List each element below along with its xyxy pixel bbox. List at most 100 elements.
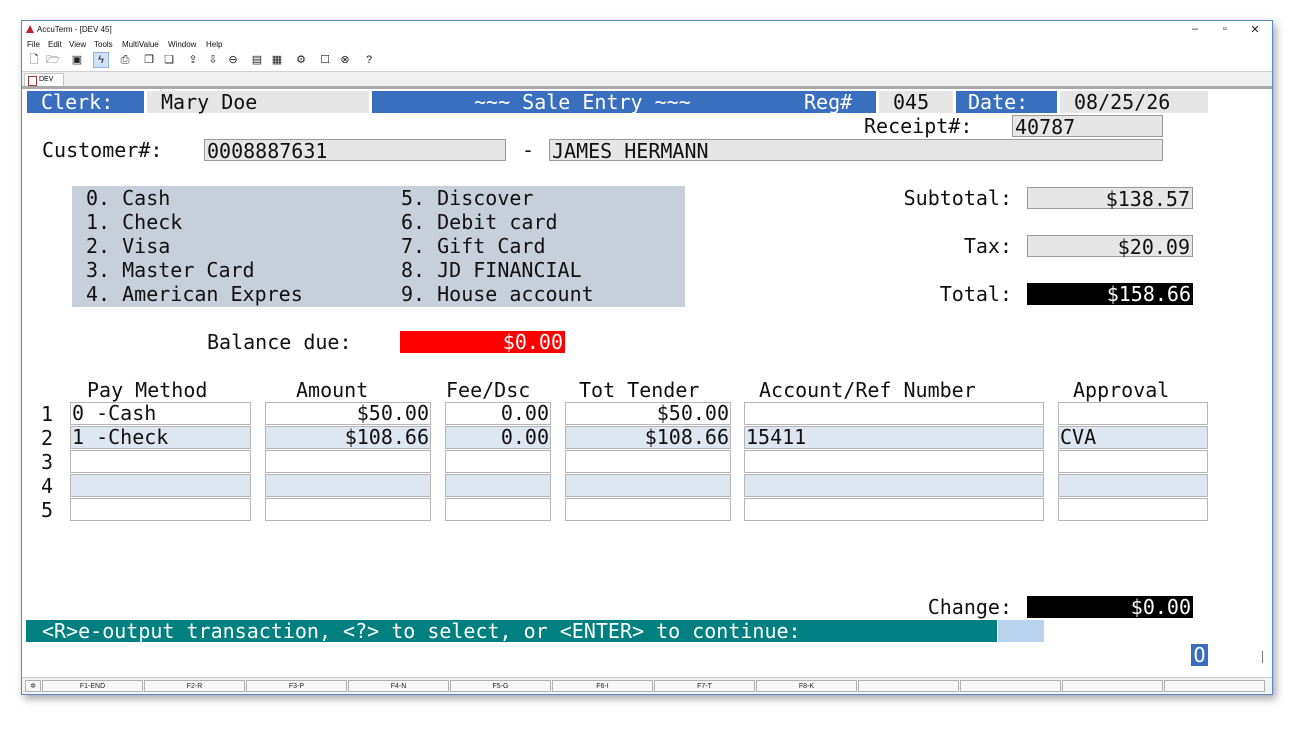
account-cell[interactable]: 15411 [744,426,1044,449]
account-cell[interactable] [744,474,1044,497]
fkey-f8[interactable]: F8-K [756,680,857,692]
menu-tools[interactable]: Tools [94,40,113,49]
pay-method-cell[interactable] [70,450,251,473]
pay-method-cell[interactable] [70,474,251,497]
approval-cell[interactable]: CVA [1058,426,1208,449]
amount-cell[interactable] [265,498,431,521]
screen-title: ~~~ Sale Entry ~~~ [474,90,691,114]
fkey-f1[interactable]: F1-END [42,680,143,692]
col-header-approval: Approval [1073,378,1170,402]
approval-cell[interactable] [1058,402,1208,425]
fkey-f5[interactable]: F5-G [450,680,551,692]
date-label: Date: [956,91,1057,113]
menu-view[interactable]: View [69,40,86,49]
fkey-f3[interactable]: F3-P [246,680,347,692]
upload-icon[interactable]: ⇪ [186,53,200,67]
copy-icon[interactable]: ❐ [142,53,156,67]
fkey-f4[interactable]: F4-N [348,680,449,692]
tender-cell[interactable] [565,450,731,473]
prompt-input[interactable] [998,620,1044,642]
pay-option: 1. Check [86,210,183,234]
session-tabs: DEV 45 [22,72,1272,95]
paste-icon[interactable]: ❏ [162,53,176,67]
download-icon[interactable]: ⇩ [206,53,220,67]
help-icon[interactable]: ? [362,53,376,67]
clerk-value: Mary Doe [147,91,369,113]
tender-cell[interactable]: $108.66 [565,426,731,449]
amount-cell[interactable] [265,474,431,497]
approval-cell[interactable] [1058,474,1208,497]
menu-file[interactable]: File [27,40,40,49]
approval-cell[interactable] [1058,450,1208,473]
pay-method-cell[interactable]: 1 -Check [70,426,251,449]
fee-cell[interactable] [445,474,551,497]
col-header-tender: Tot Tender [579,378,700,402]
reg-label: Reg# [804,90,853,114]
change-label: Change: [927,595,1012,619]
tender-cell[interactable] [565,474,731,497]
pay-method-cell[interactable]: 0 -Cash [70,402,251,425]
print-icon[interactable]: ⎙ [118,53,132,67]
lightning-icon[interactable]: ϟ [93,52,109,68]
menu-help[interactable]: Help [206,40,222,49]
settings-icon[interactable]: ⚙ [294,53,308,67]
save-icon[interactable]: ▣ [70,53,84,67]
customer-number-field[interactable]: 0008887631 [204,139,506,162]
pay-option: 4. American Expres [86,282,303,306]
account-cell[interactable] [744,402,1044,425]
fkey-f10[interactable] [960,680,1061,692]
row-number: 4 [41,474,54,498]
function-key-bar: ✲ F1-END F2-R F3-P F4-N F5-G F6-I F7-T F… [22,677,1272,694]
fkey-f6[interactable]: F6-I [552,680,653,692]
clerk-label: Clerk: [27,91,144,113]
new-icon[interactable]: 🗋 [27,53,41,67]
pay-option: 5. Discover [401,186,534,210]
scroll-marker [1262,651,1263,663]
menu-edit[interactable]: Edit [48,40,62,49]
pay-method-cell[interactable] [70,498,251,521]
close-button[interactable]: ✕ [1242,23,1268,36]
open-icon[interactable]: 🗁 [46,53,60,67]
approval-cell[interactable] [1058,498,1208,521]
fkey-f7[interactable]: F7-T [654,680,755,692]
menu-bar: File Edit View Tools MultiValue Window H… [22,39,1272,51]
menu-multivalue[interactable]: MultiValue [122,40,159,49]
account-cell[interactable] [744,450,1044,473]
receipt-value: 40787 [1012,115,1163,138]
pay-option: 0. Cash [86,186,171,210]
subtotal-label: Subtotal: [903,186,1012,210]
tax-label: Tax: [963,234,1012,258]
amount-cell[interactable] [265,450,431,473]
document-icon [28,76,37,86]
fkey-f11[interactable] [1062,680,1163,692]
fee-cell[interactable] [445,498,551,521]
col-header-account: Account/Ref Number [759,378,976,402]
tender-cell[interactable]: $50.00 [565,402,731,425]
box-icon[interactable]: ☐ [318,53,332,67]
maximize-button[interactable]: ▫ [1212,23,1238,35]
fkey-f12[interactable] [1164,680,1265,692]
pay-option: 9. House account [401,282,594,306]
fee-cell[interactable] [445,450,551,473]
account-cell[interactable] [744,498,1044,521]
tender-cell[interactable] [565,498,731,521]
balance-due-value: $0.00 [400,331,565,353]
capture-icon[interactable]: ▦ [270,53,284,67]
fkey-f9[interactable] [858,680,959,692]
window-title: AccuTerm - [DEV 45] [37,25,112,34]
fee-cell[interactable]: 0.00 [445,402,551,425]
row-number: 5 [41,498,54,522]
fee-cell[interactable]: 0.00 [445,426,551,449]
change-value: $0.00 [1027,596,1193,618]
minimize-button[interactable]: – [1182,23,1208,35]
amount-cell[interactable]: $50.00 [265,402,431,425]
pay-option: 2. Visa [86,234,171,258]
fkey-f2[interactable]: F2-R [144,680,245,692]
prompt-message: <R>e-output transaction, <?> to select, … [26,620,997,642]
disconnect-icon[interactable]: ⊖ [226,53,240,67]
close-circle-icon[interactable]: ⊗ [338,53,352,67]
menu-window[interactable]: Window [168,40,196,49]
amount-cell[interactable]: $108.66 [265,426,431,449]
script-icon[interactable]: ▤ [250,53,264,67]
tab-dev45[interactable]: DEV 45 [24,73,64,95]
